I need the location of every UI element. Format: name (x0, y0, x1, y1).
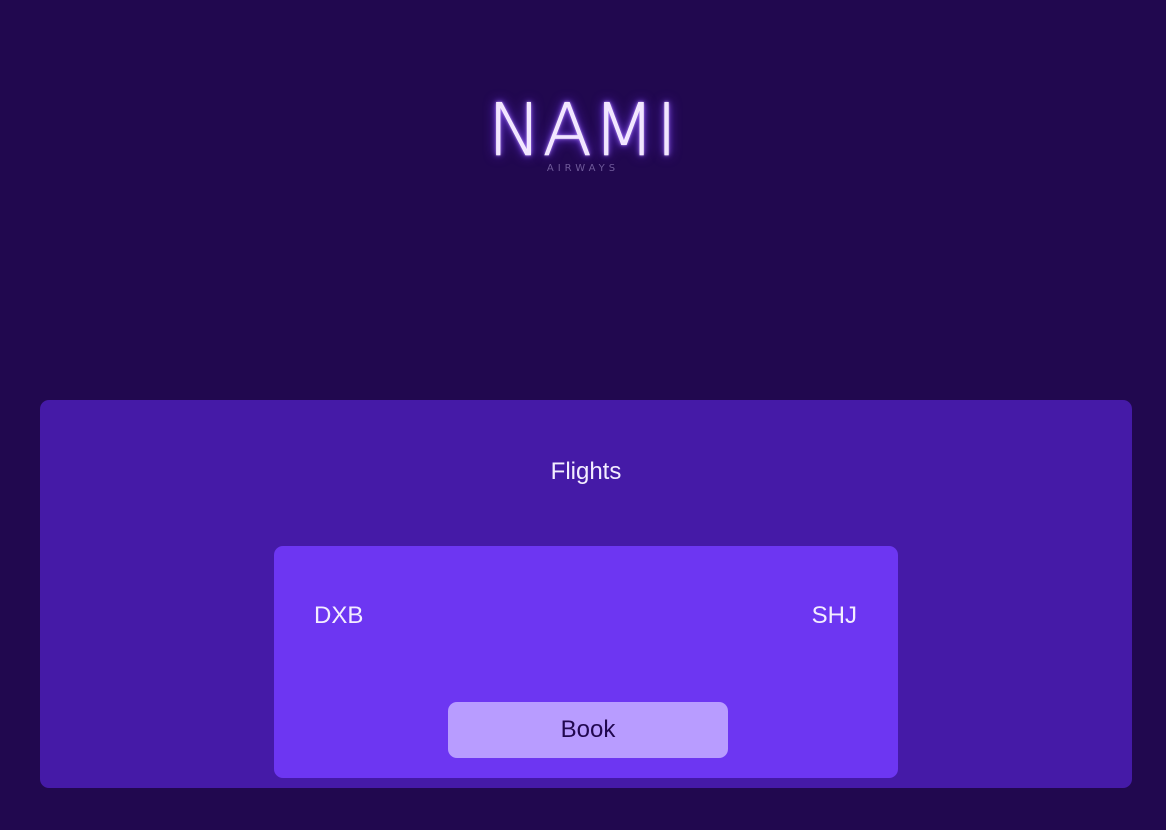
book-button[interactable]: Book (448, 702, 728, 758)
flights-panel: Flights DXB SHJ Book (40, 400, 1132, 788)
flight-card: DXB SHJ Book (274, 546, 898, 778)
app-window: NAMI AIRWAYS Flights DXB SHJ Book (0, 0, 1166, 830)
origin-airport-code: DXB (314, 602, 364, 629)
destination-airport-code: SHJ (811, 602, 857, 629)
logo-subtitle: AIRWAYS (546, 163, 620, 174)
nami-airways-logo: NAMI AIRWAYS (0, 92, 1166, 176)
logo-wordmark: NAMI (487, 88, 679, 172)
flights-title: Flights (550, 458, 622, 485)
